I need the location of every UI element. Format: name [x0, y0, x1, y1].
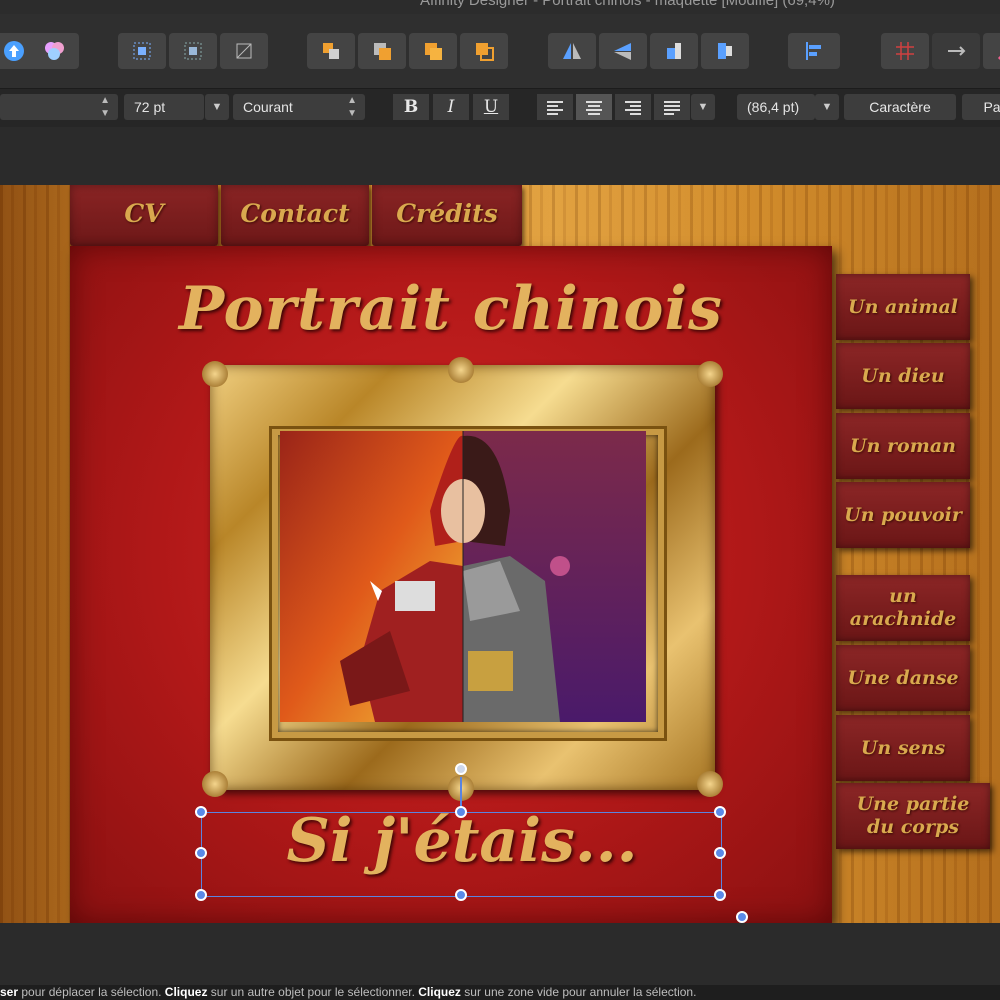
status-text-3: sur une zone vide pour annuler la sélect…: [460, 985, 697, 999]
selection-handle-bottom[interactable]: [455, 889, 467, 901]
distribute-icon: [948, 46, 966, 56]
snapping-icon: [896, 42, 914, 60]
side-button-roman[interactable]: Un roman: [836, 413, 970, 479]
arrange-back-button[interactable]: [307, 33, 355, 69]
arrange-forward-button[interactable]: [409, 33, 457, 69]
text-context-toolbar: ▲ ▼ 72 pt ▼ Courant ▲ ▼ B I U ▼ (86,4 pt) …: [0, 88, 1000, 128]
frame-ornament: [202, 771, 228, 797]
align-text-center-button[interactable]: [576, 94, 612, 120]
arrange-forward-icon: [425, 43, 442, 60]
align-grid-button[interactable]: [118, 33, 166, 69]
character-button[interactable]: Caractère: [844, 94, 956, 120]
selection-bounding-box[interactable]: [201, 812, 722, 897]
side-button-pouvoir[interactable]: Un pouvoir: [836, 482, 970, 548]
selection-handle-bottom-left[interactable]: [195, 889, 207, 901]
boolean-icon: [45, 42, 64, 60]
arrange-backward-button[interactable]: [358, 33, 406, 69]
tab-cv[interactable]: CV: [70, 185, 218, 246]
italic-button[interactable]: I: [433, 94, 469, 120]
text-overflow-handle[interactable]: [736, 911, 748, 923]
selection-handle-bottom-right[interactable]: [714, 889, 726, 901]
align-text-right-button[interactable]: [615, 94, 651, 120]
tab-credits[interactable]: Crédits: [372, 185, 522, 246]
justify-text-button[interactable]: [654, 94, 690, 120]
page-heading[interactable]: Portrait chinois: [70, 274, 832, 344]
rotate-left-button[interactable]: [650, 33, 698, 69]
transform-button[interactable]: [220, 33, 268, 69]
pen-button[interactable]: [983, 33, 1000, 69]
font-size-field[interactable]: 72 pt: [124, 94, 204, 120]
font-family-select[interactable]: ▲ ▼: [0, 94, 118, 120]
canvas-margin-bottom: [0, 923, 1000, 985]
status-bold-2: Cliquez: [164, 985, 208, 999]
snap-grid-button[interactable]: [169, 33, 217, 69]
selection-handle-top-left[interactable]: [195, 806, 207, 818]
font-style-select[interactable]: Courant ▲ ▼: [233, 94, 365, 120]
selection-handle-left[interactable]: [195, 847, 207, 859]
paragraph-button[interactable]: Pa: [962, 94, 1000, 120]
flip-horizontal-button[interactable]: [548, 33, 596, 69]
arrange-backward-icon: [374, 43, 391, 60]
transform-icon: [236, 43, 252, 59]
distribute-button[interactable]: [932, 33, 980, 69]
side-button-danse[interactable]: Une danse: [836, 645, 970, 711]
rotation-handle[interactable]: [455, 763, 467, 775]
arrange-front-icon: [476, 43, 494, 61]
align-left-icon: [806, 42, 821, 60]
status-text-2: sur un autre objet pour le sélectionner.: [207, 985, 419, 999]
align-text-left-button[interactable]: [537, 94, 573, 120]
side-button-animal[interactable]: Un animal: [836, 274, 970, 340]
window-title: Affinity Designer - Portrait chinois - m…: [420, 0, 835, 9]
side-button-arachnide[interactable]: un arachnide: [836, 575, 970, 641]
line-spacing-field[interactable]: (86,4 pt): [737, 94, 815, 120]
status-bold-1: ser: [0, 985, 19, 999]
rotate-right-button[interactable]: [701, 33, 749, 69]
snap-grid-icon: [184, 42, 202, 60]
side-button-sens[interactable]: Un sens: [836, 715, 970, 781]
selection-handle-top-right[interactable]: [714, 806, 726, 818]
font-size-dropdown-arrow[interactable]: ▼: [205, 94, 229, 120]
arrange-front-button[interactable]: [460, 33, 508, 69]
frame-ornament: [202, 361, 228, 387]
underline-button[interactable]: U: [473, 94, 509, 120]
font-style-value: Courant: [243, 99, 293, 115]
rotate-right-icon: [718, 43, 732, 59]
flip-vertical-icon: [614, 43, 631, 60]
rotate-left-icon: [667, 43, 681, 59]
side-button-dieu[interactable]: Un dieu: [836, 343, 970, 409]
tab-contact[interactable]: Contact: [221, 185, 369, 246]
status-bold-3: Cliquez: [418, 985, 461, 999]
window-title-bar: Affinity Designer - Portrait chinois - m…: [0, 0, 1000, 14]
snapping-button[interactable]: [881, 33, 929, 69]
upload-icon: [4, 41, 24, 61]
selection-handle-right[interactable]: [714, 847, 726, 859]
flip-horizontal-icon: [563, 43, 581, 59]
design-canvas[interactable]: CV Contact Crédits Portrait chinois Si j…: [0, 185, 1000, 923]
frame-ornament: [448, 357, 474, 383]
stepper-icon: ▲ ▼: [347, 95, 357, 119]
canvas-margin-top: [0, 127, 1000, 185]
frame-ornament: [697, 361, 723, 387]
frame-ornament: [697, 771, 723, 797]
line-spacing-dropdown-arrow[interactable]: ▼: [815, 94, 839, 120]
boolean-button[interactable]: [31, 33, 79, 69]
portrait-image[interactable]: [280, 431, 646, 722]
status-text-1: pour déplacer la sélection.: [18, 985, 165, 999]
stepper-icon: ▲ ▼: [100, 95, 110, 119]
alignment-dropdown-arrow[interactable]: ▼: [691, 94, 715, 120]
main-toolbar: [0, 14, 1000, 88]
align-grid-icon: [133, 42, 151, 60]
side-button-partie-du-corps[interactable]: Une partie du corps: [836, 783, 990, 849]
flip-vertical-button[interactable]: [599, 33, 647, 69]
arrange-back-icon: [323, 43, 339, 59]
align-left-button[interactable]: [788, 33, 840, 69]
bold-button[interactable]: B: [393, 94, 429, 120]
selection-handle-top[interactable]: [455, 806, 467, 818]
status-bar: ser pour déplacer la sélection. Cliquez …: [0, 985, 1000, 1000]
pen-icon: [997, 55, 1000, 60]
